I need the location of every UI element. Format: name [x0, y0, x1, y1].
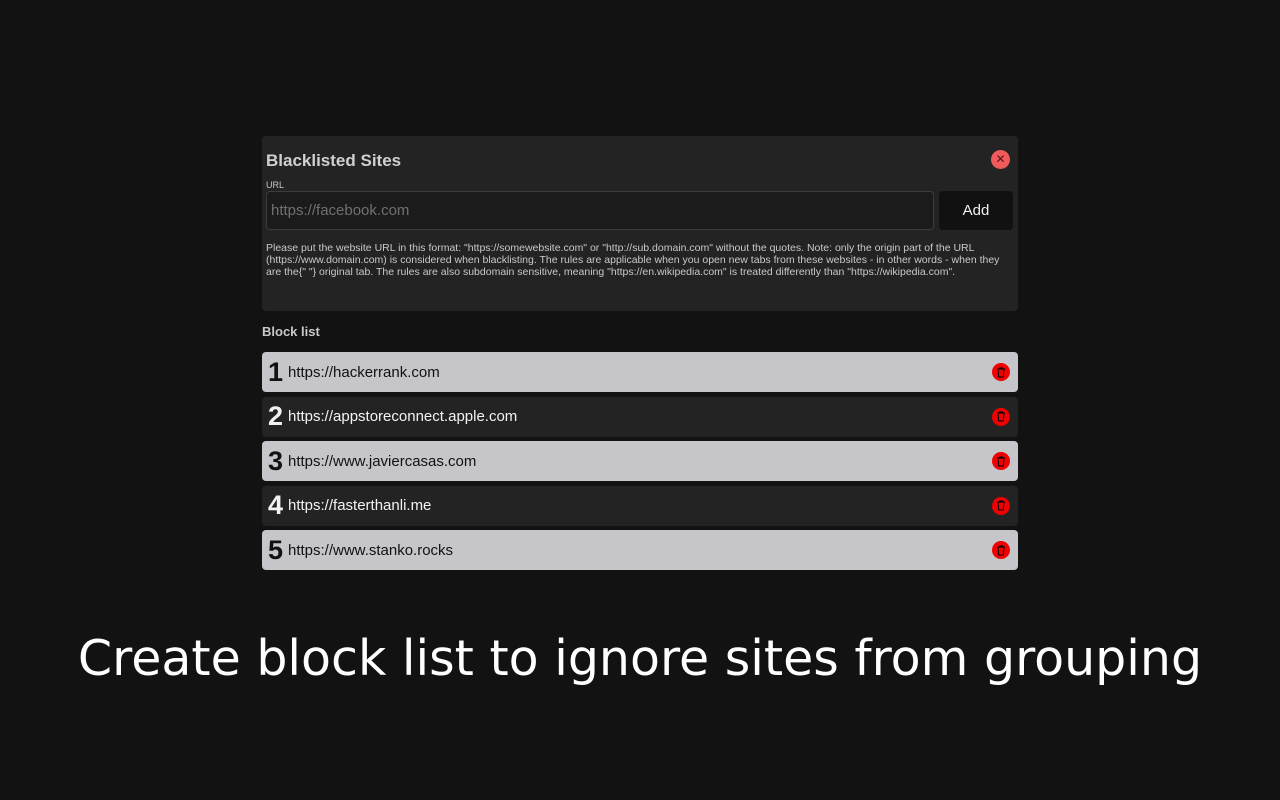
trash-icon [997, 545, 1005, 555]
promo-caption: Create block list to ignore sites from g… [77, 630, 1203, 687]
item-number: 5 [267, 534, 284, 565]
item-url: https://appstoreconnect.apple.com [288, 408, 518, 425]
block-list-item: 2 https://appstoreconnect.apple.com [262, 396, 1018, 437]
delete-button[interactable] [992, 407, 1010, 426]
trash-icon [997, 411, 1005, 422]
delete-button[interactable] [992, 496, 1010, 515]
delete-button[interactable] [992, 363, 1010, 381]
panel-title: Blacklisted Sites [266, 151, 402, 170]
help-text: Please put the website URL in this forma… [266, 242, 1000, 279]
url-input[interactable] [266, 191, 934, 230]
trash-icon [997, 456, 1005, 466]
add-button[interactable]: Add [939, 191, 1013, 230]
item-number: 4 [267, 490, 284, 520]
url-label: URL [266, 180, 285, 190]
item-url: https://hackerrank.com [288, 363, 440, 381]
item-url: https://www.stanko.rocks [288, 541, 454, 559]
block-list-title: Block list [262, 324, 320, 339]
block-list-item: 4 https://fasterthanli.me [262, 485, 1018, 526]
delete-button[interactable] [992, 541, 1010, 559]
block-list-item: 1 https://hackerrank.com [262, 352, 1018, 392]
item-url: https://www.javiercasas.com [288, 452, 477, 470]
blacklist-panel: Blacklisted Sites ✕ URL Add Please put t… [262, 136, 1018, 311]
delete-button[interactable] [992, 452, 1010, 470]
trash-icon [997, 367, 1005, 377]
item-number: 2 [267, 401, 284, 431]
close-button[interactable]: ✕ [991, 150, 1010, 169]
block-list-item: 5 https://www.stanko.rocks [262, 530, 1018, 570]
item-number: 1 [267, 356, 284, 387]
block-list-item: 3 https://www.javiercasas.com [262, 441, 1018, 481]
item-number: 3 [267, 445, 284, 476]
item-url: https://fasterthanli.me [288, 497, 432, 514]
close-icon: ✕ [995, 152, 1006, 166]
block-list: 1 https://hackerrank.com 2 https://appst… [262, 352, 1018, 575]
trash-icon [997, 500, 1005, 511]
